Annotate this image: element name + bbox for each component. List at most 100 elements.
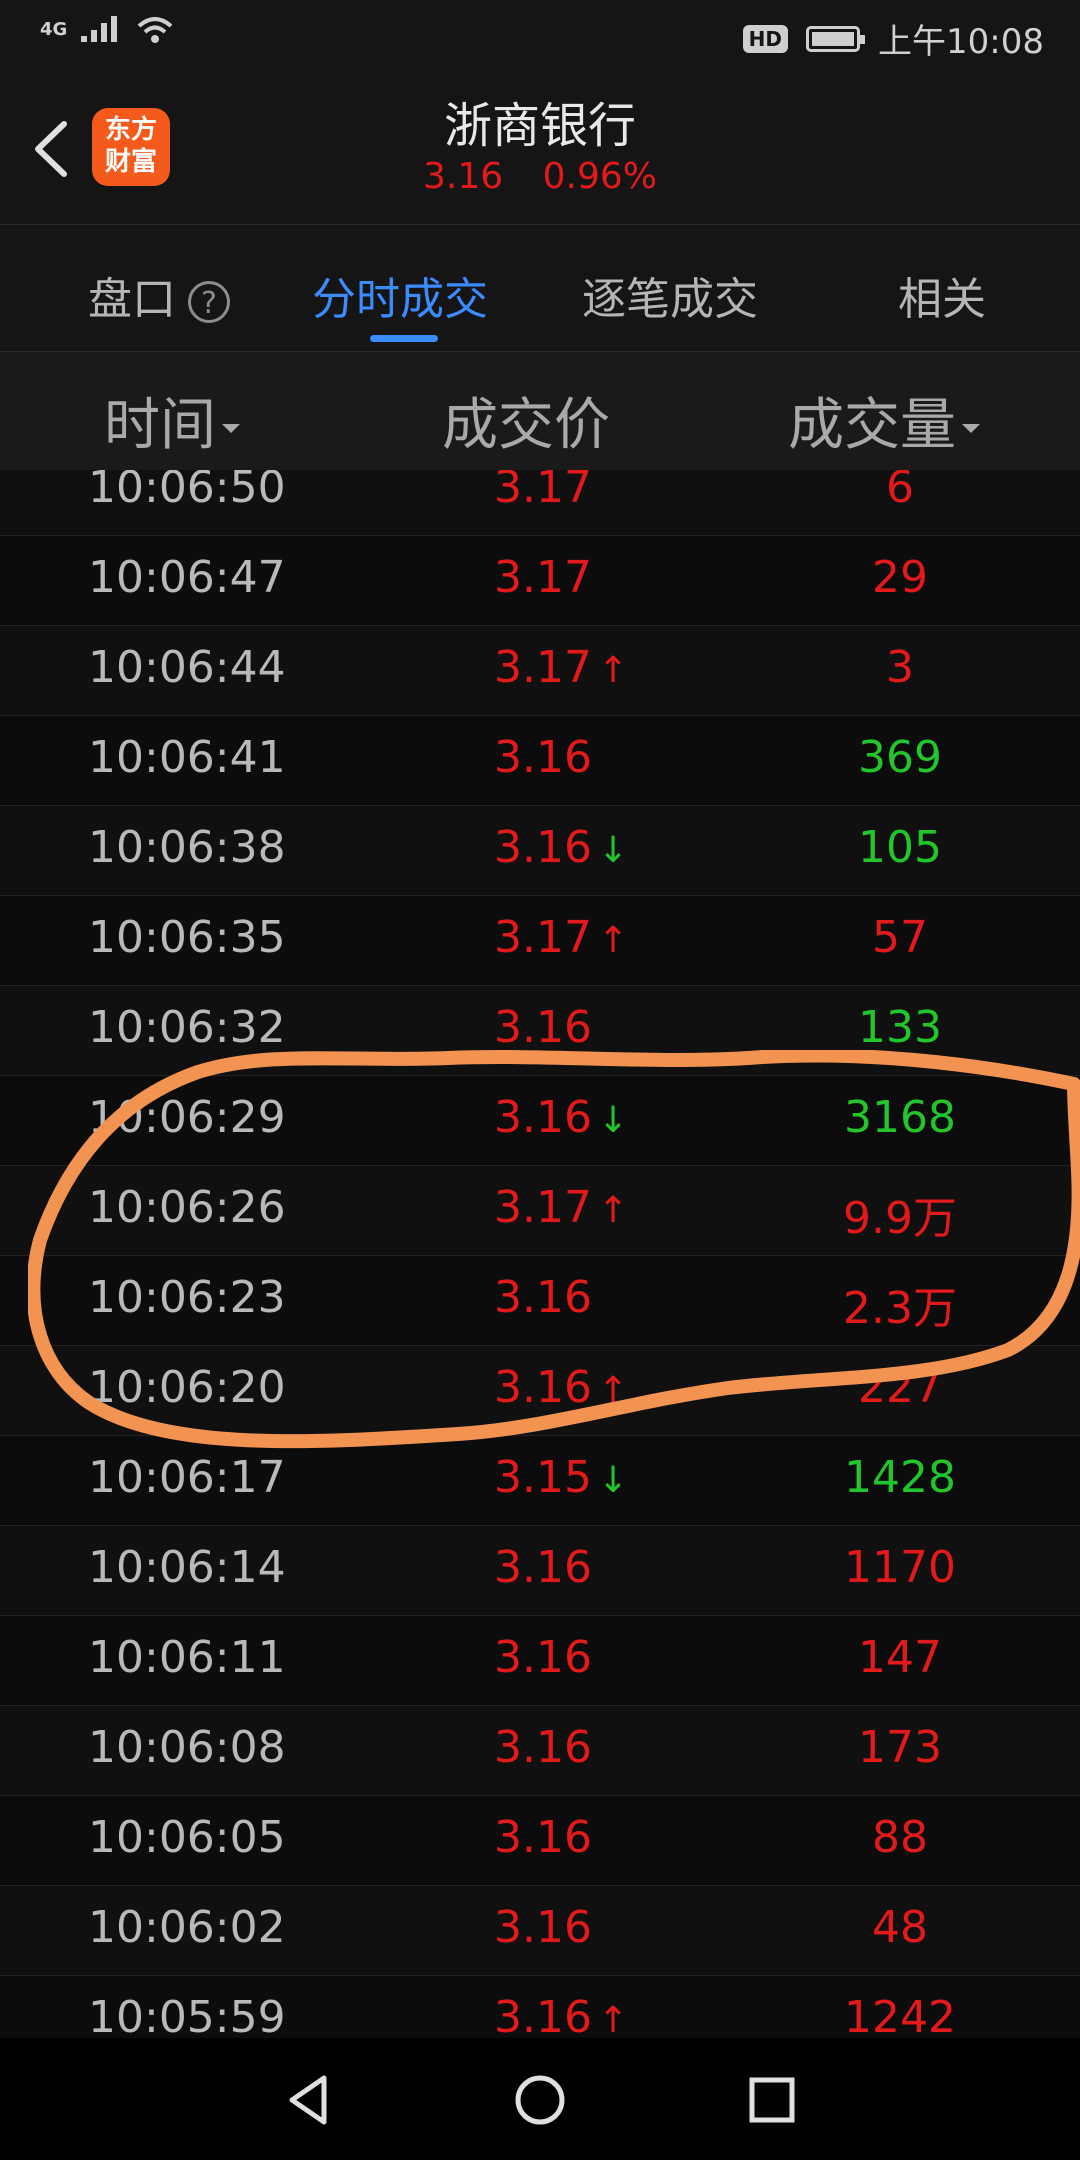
trade-price-value: 3.16	[494, 1092, 592, 1143]
col-time[interactable]: 时间	[104, 380, 240, 461]
up-arrow-icon: ↑	[597, 1190, 629, 1231]
trade-price-value: 3.16	[494, 732, 592, 783]
trade-price: 3.16	[494, 1902, 592, 1953]
trade-volume: 29	[872, 552, 928, 603]
trade-volume: 6	[886, 470, 914, 513]
col-volume-label: 成交量	[788, 393, 956, 458]
trade-row: 10:06:23 3.16 2.3万	[0, 1256, 1080, 1346]
trade-time: 10:06:20	[88, 1362, 286, 1413]
trade-volume: 3	[886, 642, 914, 693]
help-icon[interactable]: ?	[188, 281, 230, 323]
trade-price-value: 3.16	[494, 1722, 592, 1773]
trade-time: 10:06:29	[88, 1092, 286, 1143]
trade-price-value: 3.17	[494, 470, 592, 513]
battery-icon	[806, 25, 866, 52]
trade-price: 3.16	[494, 1272, 592, 1323]
system-nav-bar	[0, 2038, 1080, 2160]
status-bar: 4G HD 上午10:08	[0, 0, 1080, 72]
stock-price: 3.16	[423, 156, 504, 197]
col-price: 成交价	[442, 393, 610, 458]
trade-time: 10:06:41	[88, 732, 286, 783]
stock-header: 东方 财富 浙商银行 3.16 0.96%	[0, 72, 1080, 225]
trade-price-value: 3.17	[494, 642, 592, 693]
active-tab-indicator	[370, 335, 438, 342]
up-arrow-icon: ↑	[597, 650, 629, 691]
network-type: 4G	[40, 18, 68, 40]
down-arrow-icon: ↓	[597, 1100, 629, 1141]
status-left: 4G	[40, 14, 175, 44]
signal-icon	[81, 16, 118, 42]
trade-row: 10:06:20 3.16 ↑ 227	[0, 1346, 1080, 1436]
trade-price: 3.15 ↓	[494, 1452, 628, 1503]
tab-pankou-label: 盘口	[88, 274, 176, 325]
trade-price-value: 3.16	[494, 822, 592, 873]
tab-related[interactable]: 相关	[898, 263, 986, 327]
col-time-label: 时间	[104, 393, 216, 458]
trade-price: 3.16 ↑	[494, 1362, 628, 1413]
col-volume[interactable]: 成交量	[788, 380, 980, 461]
trade-price-value: 3.16	[494, 1002, 592, 1053]
trade-price-value: 3.16	[494, 1812, 592, 1863]
trade-price: 3.17 ↑	[494, 912, 628, 963]
trade-row: 10:06:26 3.17 ↑ 9.9万	[0, 1166, 1080, 1256]
sort-caret-icon	[222, 424, 240, 434]
nav-home-icon[interactable]	[512, 2072, 568, 2128]
trade-price: 3.16	[494, 1542, 592, 1593]
trade-row: 10:06:14 3.16 1170	[0, 1526, 1080, 1616]
nav-recent-icon[interactable]	[744, 2072, 800, 2128]
clock: 上午10:08	[878, 22, 1044, 62]
trade-row: 10:06:08 3.16 173	[0, 1706, 1080, 1796]
trade-time: 10:06:23	[88, 1272, 286, 1323]
trade-time: 10:06:50	[88, 470, 286, 513]
trade-price-value: 3.17	[494, 1182, 592, 1233]
table-header: 时间 成交价 成交量	[0, 352, 1080, 470]
trade-row: 10:05:59 3.16 ↑ 1242	[0, 1976, 1080, 2038]
trade-volume: 173	[858, 1722, 942, 1773]
nav-back-icon[interactable]	[280, 2072, 336, 2128]
trade-price: 3.16 ↓	[494, 1092, 628, 1143]
trade-time: 10:06:32	[88, 1002, 286, 1053]
trade-price: 3.16 ↑	[494, 1992, 628, 2038]
tab-time-trades[interactable]: 分时成交	[312, 263, 488, 327]
trade-time: 10:05:59	[88, 1992, 286, 2038]
trade-price: 3.16 ↓	[494, 822, 628, 873]
trade-volume: 133	[858, 1002, 942, 1053]
trade-volume: 9.9万	[843, 1193, 957, 1244]
tab-tick-trades[interactable]: 逐笔成交	[582, 263, 758, 327]
trade-time: 10:06:17	[88, 1452, 286, 1503]
trade-price-value: 3.16	[494, 1542, 592, 1593]
trade-price: 3.16	[494, 1722, 592, 1773]
trade-row: 10:06:17 3.15 ↓ 1428	[0, 1436, 1080, 1526]
trade-volume: 57	[872, 912, 928, 963]
trade-volume: 227	[858, 1362, 942, 1413]
stock-name: 浙商银行	[443, 98, 636, 154]
trade-time: 10:06:26	[88, 1182, 286, 1233]
trade-price-value: 3.16	[494, 1632, 592, 1683]
trade-time: 10:06:38	[88, 822, 286, 873]
up-arrow-icon: ↑	[597, 2000, 629, 2038]
trade-row: 10:06:44 3.17 ↑ 3	[0, 626, 1080, 716]
trade-row: 10:06:50 3.17 6	[0, 470, 1080, 536]
trade-time: 10:06:35	[88, 912, 286, 963]
trade-row: 10:06:29 3.16 ↓ 3168	[0, 1076, 1080, 1166]
tab-bar: 盘口? 分时成交 逐笔成交 相关	[0, 225, 1080, 352]
up-arrow-icon: ↑	[597, 1370, 629, 1411]
trade-volume: 105	[858, 822, 942, 873]
trade-price: 3.17	[494, 470, 592, 513]
trade-time: 10:06:47	[88, 552, 286, 603]
down-arrow-icon: ↓	[597, 830, 629, 871]
tab-pankou[interactable]: 盘口?	[88, 263, 230, 327]
trade-row: 10:06:02 3.16 48	[0, 1886, 1080, 1976]
trade-price: 3.17 ↑	[494, 1182, 628, 1233]
trade-time: 10:06:44	[88, 642, 286, 693]
trade-list[interactable]: 10:06:50 3.17 6 10:06:47 3.17 29 10:06:44 3.17 ↑…	[0, 470, 1080, 2038]
status-right: HD 上午10:08	[742, 14, 1044, 63]
trade-row: 10:06:32 3.16 133	[0, 986, 1080, 1076]
trade-volume: 3168	[844, 1092, 956, 1143]
trade-row: 10:06:41 3.16 369	[0, 716, 1080, 806]
trade-volume: 88	[872, 1812, 928, 1863]
trade-time: 10:06:02	[88, 1902, 286, 1953]
trade-volume: 2.3万	[843, 1283, 957, 1334]
trade-time: 10:06:05	[88, 1812, 286, 1863]
trade-row: 10:06:05 3.16 88	[0, 1796, 1080, 1886]
